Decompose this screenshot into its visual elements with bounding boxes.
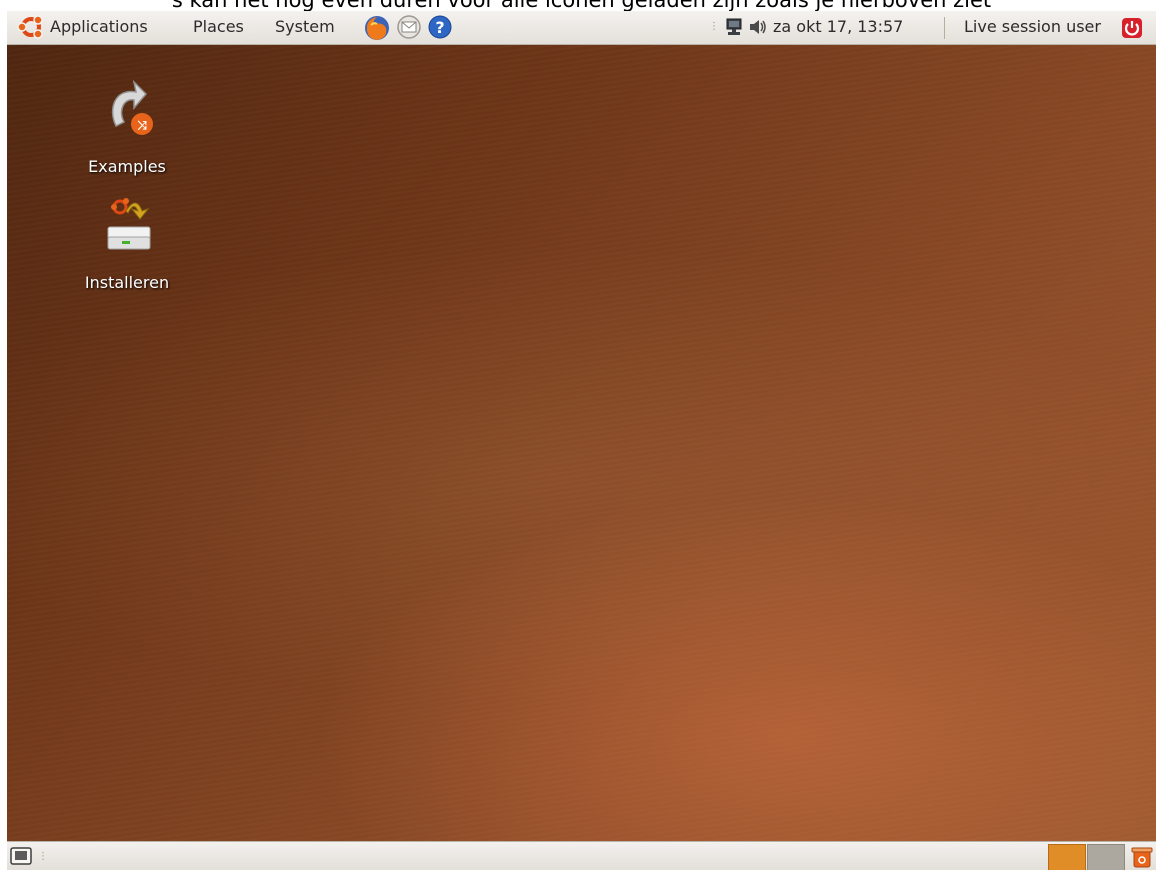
bottom-panel: ⋮ [7,841,1156,870]
power-icon[interactable] [1121,17,1143,39]
trash-icon[interactable] [1131,845,1153,870]
svg-text:⤨: ⤨ [137,118,148,132]
desktop[interactable]: ⤨ Examples Installeren [7,45,1156,841]
clock[interactable]: za okt 17, 13:57 [773,11,903,44]
installeren-label: Installeren [84,273,170,292]
ubuntu-logo-icon[interactable] [17,13,45,41]
installer-icon [102,193,154,263]
applications-menu[interactable]: Applications [50,11,148,44]
svg-text:?: ? [435,18,444,37]
examples-icon: ⤨ [104,79,154,144]
system-menu[interactable]: System [275,11,335,44]
workspace-1[interactable] [1048,844,1086,870]
desktop-icon-installeren[interactable]: Installeren [72,193,182,297]
workspace-2[interactable] [1087,844,1125,870]
mail-icon[interactable] [396,14,422,42]
help-icon[interactable]: ? [427,14,453,42]
top-panel: Applications Places System ? ⋮ za okt 17… [7,11,1156,45]
firefox-icon[interactable] [362,13,392,43]
show-desktop-icon[interactable] [10,846,32,870]
panel-handle-icon: ⋮ [38,851,48,862]
network-icon[interactable] [723,16,745,40]
desktop-icon-examples[interactable]: ⤨ Examples [72,79,182,180]
panel-handle-icon: ⋮ [709,21,719,32]
user-menu[interactable]: Live session user [964,11,1101,44]
places-menu[interactable]: Places [193,11,244,44]
volume-icon[interactable] [747,16,769,40]
panel-separator [944,17,945,39]
examples-label: Examples [88,157,166,176]
ubuntu-screen: Applications Places System ? ⋮ za okt 17… [7,11,1156,870]
